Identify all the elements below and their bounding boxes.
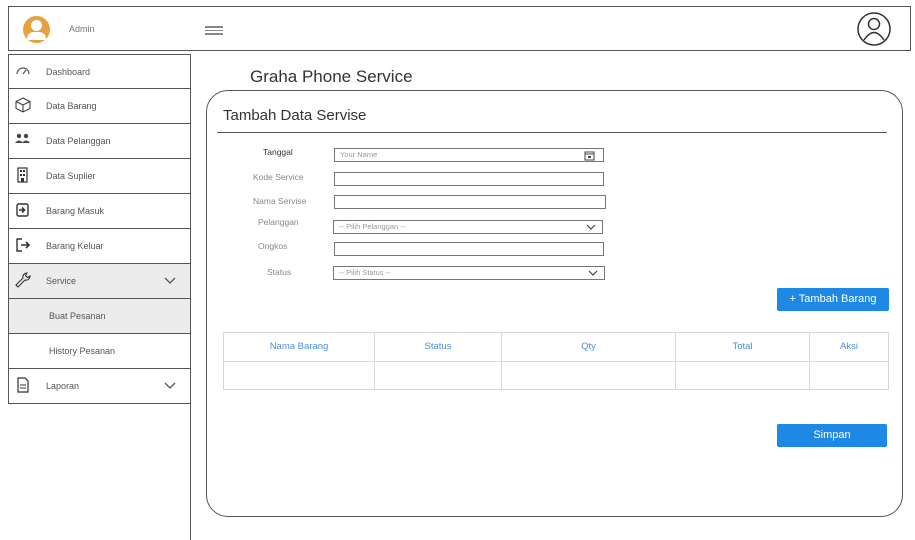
sidebar-item-label: Service	[46, 276, 77, 286]
table-cell	[502, 361, 676, 390]
tambah-barang-button[interactable]: + Tambah Barang	[777, 288, 889, 311]
tanggal-label: Tanggal	[263, 147, 293, 157]
document-icon	[17, 377, 29, 393]
table-cell	[810, 361, 888, 390]
sidebar-item-data-suplier[interactable]: Data Suplier	[8, 159, 191, 194]
chevron-down-icon	[588, 270, 598, 276]
hamburger-menu-icon[interactable]	[205, 26, 223, 36]
sidebar-item-label: Barang Keluar	[46, 241, 104, 251]
sidebar-item-label: Barang Masuk	[46, 206, 105, 216]
sidebar: Dashboard Data Barang Data Pelanggan Dat…	[8, 54, 191, 540]
pelanggan-selected: -- Pilih Pelanggan --	[339, 222, 406, 231]
admin-avatar[interactable]	[23, 16, 50, 43]
kode-service-input[interactable]	[334, 172, 604, 186]
status-selected: -- Pilih Status --	[339, 268, 391, 277]
sign-out-icon	[16, 238, 31, 252]
chevron-down-icon	[586, 224, 596, 230]
dashboard-icon	[16, 67, 30, 75]
tanggal-input[interactable]: Your Name	[334, 148, 604, 162]
sidebar-item-label: Dashboard	[46, 67, 91, 77]
simpan-button[interactable]: Simpan	[777, 424, 887, 447]
ongkos-label: Ongkos	[258, 241, 288, 251]
admin-label: Admin	[69, 24, 95, 34]
sign-in-icon	[16, 203, 29, 217]
table-header-qty: Qty	[502, 333, 676, 361]
page-title: Graha Phone Service	[250, 67, 413, 86]
building-icon	[17, 167, 28, 183]
items-table: Nama Barang Status Qty Total Aksi	[223, 332, 889, 390]
sidebar-item-laporan[interactable]: Laporan	[8, 369, 191, 404]
chevron-down-icon[interactable]	[164, 277, 176, 285]
status-select[interactable]: -- Pilih Status --	[333, 266, 605, 280]
table-cell	[375, 361, 502, 390]
sidebar-subitem-buat-pesanan[interactable]: Buat Pesanan	[8, 299, 191, 334]
user-profile-icon[interactable]	[856, 11, 892, 47]
status-label: Status	[267, 267, 292, 277]
form-card: Tambah Data Servise Tanggal Your Name Ko…	[206, 90, 903, 517]
sidebar-item-label: Laporan	[46, 381, 80, 391]
sidebar-item-service[interactable]: Service	[8, 264, 191, 299]
table-cell	[676, 361, 810, 390]
form-title: Tambah Data Servise	[223, 107, 367, 124]
calendar-icon[interactable]	[584, 150, 595, 161]
sidebar-item-data-barang[interactable]: Data Barang	[8, 89, 191, 124]
sidebar-item-label: Data Pelanggan	[46, 136, 111, 146]
sidebar-subitem-history-pesanan[interactable]: History Pesanan	[8, 334, 191, 369]
table-header-status: Status	[375, 333, 502, 361]
users-icon	[15, 133, 30, 143]
table-header-aksi: Aksi	[840, 341, 858, 352]
box-icon	[15, 97, 31, 113]
sidebar-item-label: Data Suplier	[46, 171, 96, 181]
table-header-total: Total	[676, 333, 810, 361]
pelanggan-label: Pelanggan	[258, 217, 299, 227]
sidebar-item-dashboard[interactable]: Dashboard	[8, 54, 191, 89]
chevron-down-icon[interactable]	[164, 382, 176, 390]
top-bar: Admin	[8, 6, 911, 51]
table-cell	[224, 361, 375, 390]
sidebar-item-barang-keluar[interactable]: Barang Keluar	[8, 229, 191, 264]
divider	[217, 132, 887, 133]
table-header-nama-barang: Nama Barang	[224, 333, 375, 361]
sidebar-item-data-pelanggan[interactable]: Data Pelanggan	[8, 124, 191, 159]
nama-servise-label: Nama Servise	[253, 196, 307, 206]
nama-servise-input[interactable]	[334, 195, 606, 209]
ongkos-input[interactable]	[334, 242, 604, 256]
tanggal-placeholder: Your Name	[340, 150, 378, 159]
kode-service-label: Kode Service	[253, 172, 304, 182]
pelanggan-select[interactable]: -- Pilih Pelanggan --	[333, 220, 603, 234]
wrench-icon	[15, 272, 31, 288]
sidebar-item-label: Buat Pesanan	[49, 311, 106, 321]
sidebar-item-label: Data Barang	[46, 101, 97, 111]
sidebar-item-label: History Pesanan	[49, 346, 116, 356]
sidebar-item-barang-masuk[interactable]: Barang Masuk	[8, 194, 191, 229]
